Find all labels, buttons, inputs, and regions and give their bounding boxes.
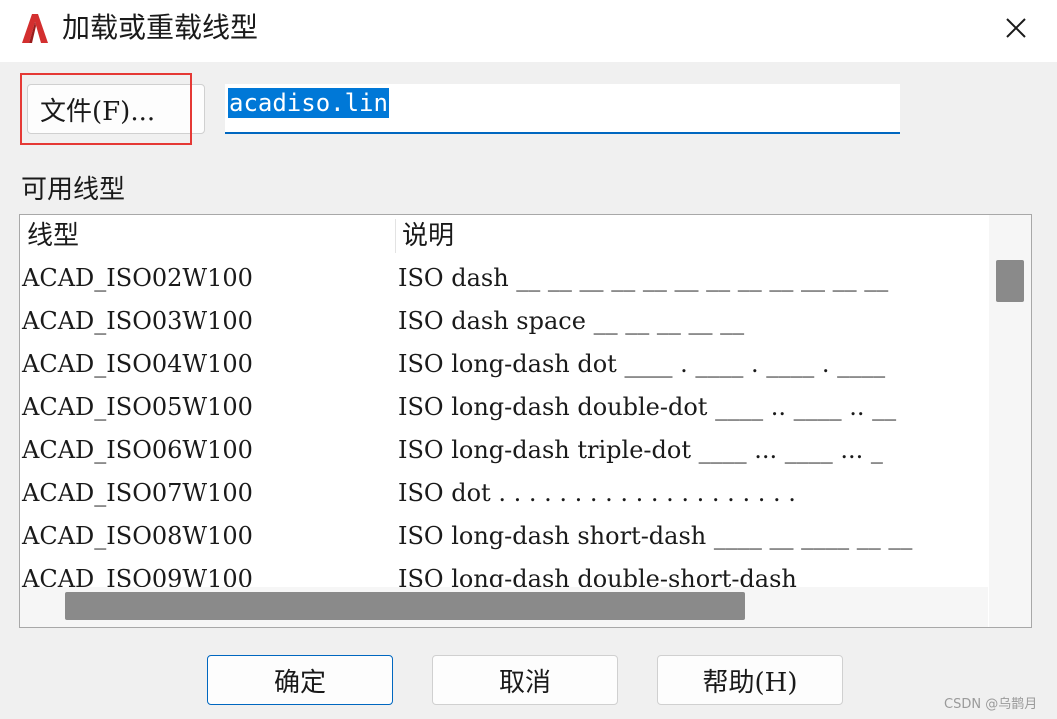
linetype-name: ACAD_ISO09W100: [22, 565, 253, 587]
linetype-description: ISO dash __ __ __ __ __ __ __ __ __ __ _…: [398, 264, 889, 292]
file-browse-button[interactable]: 文件(F)...: [27, 84, 205, 134]
linetype-name: ACAD_ISO05W100: [22, 393, 253, 421]
table-row[interactable]: ACAD_ISO04W100 ISO long-dash dot ____ . …: [20, 343, 988, 386]
horizontal-scroll-thumb[interactable]: [65, 592, 745, 620]
autocad-logo-icon: [22, 14, 48, 43]
column-divider[interactable]: [395, 219, 396, 253]
horizontal-scrollbar[interactable]: [20, 587, 988, 627]
vertical-scroll-thumb[interactable]: [996, 260, 1024, 302]
list-rows: ACAD_ISO02W100 ISO dash __ __ __ __ __ _…: [20, 257, 988, 587]
table-row[interactable]: ACAD_ISO03W100 ISO dash space __ __ __ _…: [20, 300, 988, 343]
linetype-description: ISO long-dash double-dot ____ .. ____ ..…: [398, 393, 897, 421]
watermark: CSDN @乌鹊月: [944, 697, 1038, 712]
table-row[interactable]: ACAD_ISO07W100 ISO dot . . . . . . . . .…: [20, 472, 988, 515]
column-header-linetype[interactable]: 线型: [27, 215, 79, 257]
linetype-description: ISO long-dash double-short-dash: [398, 565, 797, 587]
linetype-description: ISO dot . . . . . . . . . . . . . . . . …: [398, 479, 796, 507]
linetype-name: ACAD_ISO02W100: [22, 264, 253, 292]
table-row[interactable]: ACAD_ISO08W100 ISO long-dash short-dash …: [20, 515, 988, 558]
ok-button[interactable]: 确定: [207, 655, 393, 705]
column-header-description[interactable]: 说明: [402, 215, 454, 257]
linetype-name: ACAD_ISO07W100: [22, 479, 253, 507]
table-row[interactable]: ACAD_ISO05W100 ISO long-dash double-dot …: [20, 386, 988, 429]
table-row[interactable]: ACAD_ISO06W100 ISO long-dash triple-dot …: [20, 429, 988, 472]
linetype-list[interactable]: 线型 说明 ACAD_ISO02W100 ISO dash __ __ __ _…: [19, 214, 1032, 628]
table-row[interactable]: ACAD_ISO02W100 ISO dash __ __ __ __ __ _…: [20, 257, 988, 300]
dialog-title: 加载或重载线型: [62, 11, 259, 44]
linetype-description: ISO long-dash triple-dot ____ ... ____ .…: [398, 436, 883, 464]
linetype-description: ISO long-dash dot ____ . ____ . ____ . _…: [398, 350, 886, 378]
title-bar: 加载或重载线型: [0, 0, 1057, 62]
linetype-name: ACAD_ISO04W100: [22, 350, 253, 378]
cancel-button[interactable]: 取消: [432, 655, 618, 705]
close-button[interactable]: [992, 6, 1040, 50]
help-button[interactable]: 帮助(H): [657, 655, 843, 705]
scrollbar-corner: [989, 587, 1031, 627]
linetype-name: ACAD_ISO06W100: [22, 436, 253, 464]
available-linetypes-label: 可用线型: [21, 175, 126, 205]
file-name-input[interactable]: acadiso.lin: [225, 84, 900, 134]
close-icon: [1006, 18, 1026, 38]
file-name-value: acadiso.lin: [228, 88, 389, 118]
linetype-name: ACAD_ISO08W100: [22, 522, 253, 550]
table-row[interactable]: ACAD_ISO09W100 ISO long-dash double-shor…: [20, 558, 988, 587]
vertical-scrollbar[interactable]: [989, 215, 1031, 587]
linetype-description: ISO dash space __ __ __ __ __: [398, 307, 745, 335]
list-header: 线型 说明: [20, 215, 988, 257]
linetype-description: ISO long-dash short-dash ____ __ ____ __…: [398, 522, 913, 550]
linetype-name: ACAD_ISO03W100: [22, 307, 253, 335]
